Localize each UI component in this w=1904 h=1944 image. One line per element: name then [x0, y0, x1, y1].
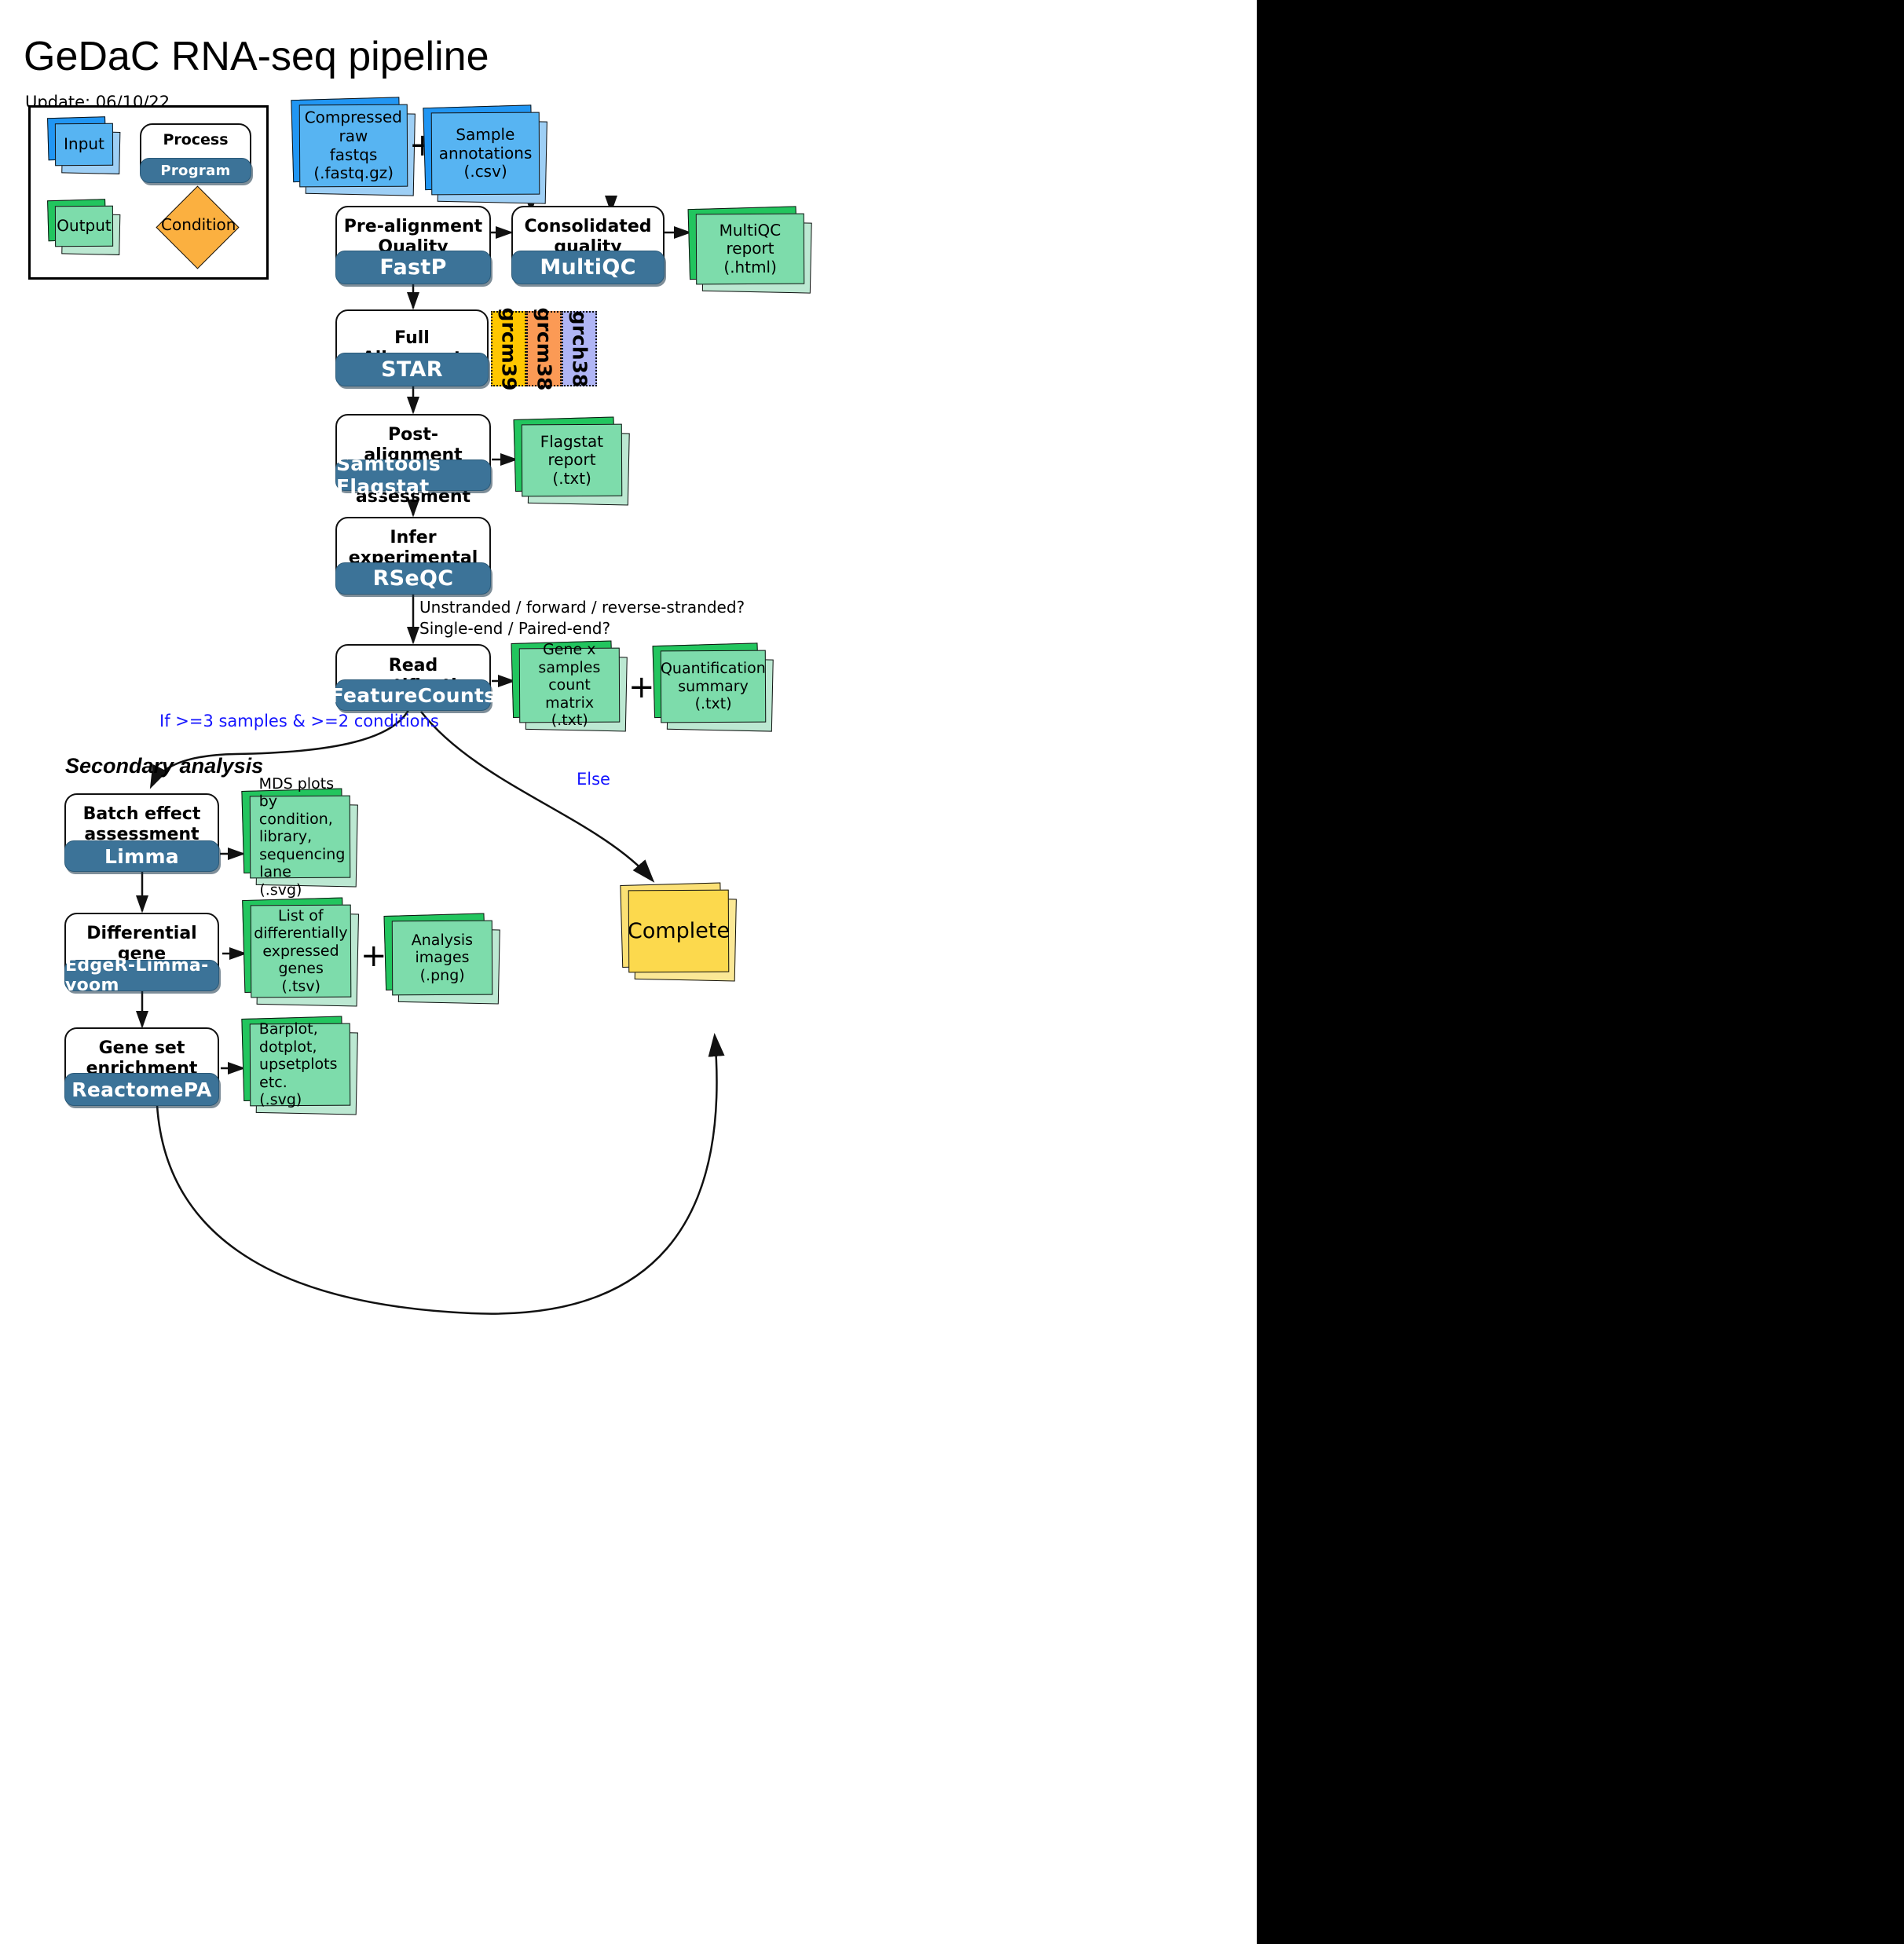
- output-quant-summary-label: Quantification summary (.txt): [660, 660, 766, 713]
- genome-ref-grcm38-label: grcm38: [533, 307, 556, 390]
- process-read-quantification[interactable]: Read quantification FeatureCounts: [331, 644, 496, 711]
- dge-outputs-plus-sign: +: [361, 938, 387, 974]
- input-fastqs-label: Compressed raw fastqs (.fastq.gz): [304, 107, 403, 183]
- secondary-analysis-heading: Secondary analysis: [65, 754, 264, 778]
- output-count-matrix-label: Gene x samples count matrix (.txt): [538, 641, 601, 730]
- output-quantification-summary: Quantification summary (.txt): [652, 643, 774, 732]
- rseqc-question-line-1: Unstranded / forward / reverse-stranded?: [419, 598, 745, 617]
- process-prealignment-qc[interactable]: Pre-alignment Quality Control FastP: [335, 206, 491, 284]
- input-annotations-label: Sample annotations (.csv): [431, 112, 540, 196]
- program-rseqc[interactable]: RSeQC: [335, 562, 491, 595]
- input-sample-annotations: Sample annotations (.csv): [423, 104, 547, 204]
- terminal-complete: Complete: [620, 882, 737, 982]
- legend-process-shape: Process Program: [140, 123, 251, 183]
- annot-line-3: (.csv): [463, 162, 507, 181]
- output-deg-list: List of differentially expressed genes (…: [242, 897, 360, 1007]
- process-infer-experimental[interactable]: Infer experimental properties RSeQC: [335, 517, 491, 595]
- genome-ref-grch38[interactable]: grch38: [562, 310, 597, 387]
- genome-ref-grcm38[interactable]: grcm38: [526, 307, 562, 390]
- process-differential-expression[interactable]: Differential gene expression EdgeR-Limma…: [64, 913, 219, 995]
- program-limma[interactable]: Limma: [64, 840, 219, 872]
- genome-ref-grcm39[interactable]: grcm39: [491, 307, 526, 390]
- input-compressed-fastqs: Compressed raw fastqs (.fastq.gz): [291, 97, 416, 196]
- output-deg-list-label: List of differentially expressed genes (…: [254, 906, 348, 995]
- genome-ref-grch38-label: grch38: [568, 310, 591, 387]
- branch-label-else: Else: [577, 770, 610, 789]
- program-reactomepa[interactable]: ReactomePA: [64, 1073, 219, 1106]
- output-analysis-images: Analysis images (.png): [383, 913, 500, 1005]
- program-multiqc[interactable]: MultiQC: [511, 251, 665, 284]
- legend-output-shape: Output: [47, 199, 121, 255]
- rseqc-question-annotation: Unstranded / forward / reverse-stranded?…: [419, 597, 745, 639]
- legend-input-label: Input: [64, 134, 104, 154]
- program-featurecounts[interactable]: FeatureCounts: [331, 679, 496, 711]
- annot-line-1: Sample: [456, 124, 515, 145]
- output-flagstat-report-label: Flagstat report (.txt): [540, 431, 604, 488]
- genome-ref-grcm39-label: grcm39: [497, 307, 521, 390]
- page-title: GeDaC RNA-seq pipeline: [24, 34, 489, 79]
- legend-output-label: Output: [57, 216, 112, 236]
- branch-label-if: If >=3 samples & >=2 conditions: [159, 712, 439, 730]
- output-flagstat-report: Flagstat report (.txt): [513, 416, 630, 506]
- program-fastp[interactable]: FastP: [335, 251, 491, 284]
- output-multiqc-report: MultiQC report (.html): [687, 206, 812, 294]
- program-samtools-flagstat[interactable]: Samtools Flagstat: [335, 452, 491, 498]
- output-mds-plots: MDS plots by condition, library, sequenc…: [241, 774, 358, 899]
- diagram-canvas: GeDaC RNA-seq pipeline Update: 06/10/22 …: [0, 0, 1257, 1944]
- process-batch-effect[interactable]: Batch effect assessment Limma: [64, 793, 219, 872]
- quant-outputs-plus-sign: +: [628, 669, 655, 705]
- rseqc-question-line-2: Single-end / Paired-end?: [419, 619, 611, 638]
- process-postalignment-qa[interactable]: Post-alignment Quality assessment Samtoo…: [335, 414, 491, 507]
- output-count-matrix: Gene x samples count matrix (.txt): [511, 640, 628, 732]
- process-full-alignment[interactable]: Full Alignment STAR: [335, 309, 489, 386]
- annot-line-2: annotations: [438, 143, 533, 163]
- program-edger-limma-voom[interactable]: EdgeR-Limma-voom: [64, 956, 219, 995]
- output-gsea-plots: Barplot, dotplot, upsetplots etc. (.svg): [241, 1016, 358, 1115]
- process-gene-set-enrichment[interactable]: Gene set enrichment analysis ReactomePA: [64, 1027, 219, 1106]
- output-gsea-plots-label: Barplot, dotplot, upsetplots etc. (.svg): [258, 1020, 338, 1109]
- legend-program-label: Program: [140, 158, 251, 183]
- program-star[interactable]: STAR: [335, 353, 489, 386]
- output-analysis-images-label: Analysis images (.png): [411, 931, 474, 984]
- output-mds-plots-label: MDS plots by condition, library, sequenc…: [258, 774, 346, 899]
- legend-condition-label: Condition: [161, 215, 236, 234]
- legend-input-shape: Input: [47, 116, 121, 174]
- output-multiqc-report-label: MultiQC report (.html): [719, 220, 782, 276]
- terminal-complete-label: Complete: [627, 918, 730, 943]
- process-consolidated-report[interactable]: Consolidated quality report MultiQC: [511, 206, 665, 284]
